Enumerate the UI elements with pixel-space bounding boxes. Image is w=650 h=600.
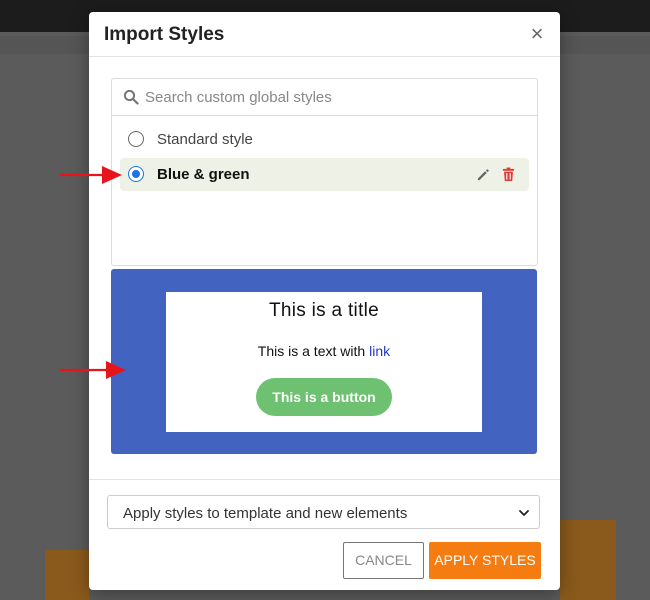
- preview-card: This is a title This is a text with link …: [166, 292, 482, 432]
- apply-styles-button[interactable]: APPLY STYLES: [429, 542, 541, 579]
- preview-text: This is a text with: [257, 343, 366, 359]
- pencil-icon[interactable]: [476, 167, 491, 182]
- import-styles-modal: Import Styles × Standard style Blue & gr…: [89, 12, 560, 590]
- chevron-down-icon: [519, 510, 529, 516]
- search-input[interactable]: [145, 86, 525, 108]
- apply-scope-value: Apply styles to template and new element…: [123, 505, 408, 522]
- search-icon: [123, 89, 139, 105]
- preview-title: This is a title: [268, 300, 380, 321]
- preview-text-line: This is a text with link: [166, 343, 482, 359]
- cancel-button[interactable]: CANCEL: [343, 542, 424, 579]
- modal-title: Import Styles: [104, 24, 225, 45]
- style-item-standard[interactable]: Standard style: [120, 123, 529, 156]
- style-preview: This is a title This is a text with link …: [111, 269, 537, 454]
- preview-link: link: [369, 343, 391, 359]
- close-icon[interactable]: ×: [528, 23, 546, 45]
- style-item-label: Blue & green: [157, 166, 250, 183]
- background-orange-block-left: [45, 550, 89, 600]
- radio-blue-green[interactable]: [128, 166, 144, 182]
- annotation-arrow-icon: [60, 166, 122, 184]
- trash-icon[interactable]: [502, 167, 515, 182]
- apply-scope-select[interactable]: Apply styles to template and new element…: [107, 495, 540, 529]
- annotation-arrow-icon: [60, 361, 126, 379]
- modal-header: Import Styles ×: [89, 12, 560, 57]
- footer-divider: [89, 479, 560, 480]
- style-list-panel: Standard style Blue & green: [111, 78, 538, 266]
- style-item-label: Standard style: [157, 131, 253, 148]
- background-orange-block-right: [560, 520, 616, 600]
- radio-standard-style[interactable]: [128, 131, 144, 147]
- search-bar: [112, 79, 537, 116]
- preview-button: This is a button: [256, 378, 392, 416]
- style-item-blue-green[interactable]: Blue & green: [120, 158, 529, 191]
